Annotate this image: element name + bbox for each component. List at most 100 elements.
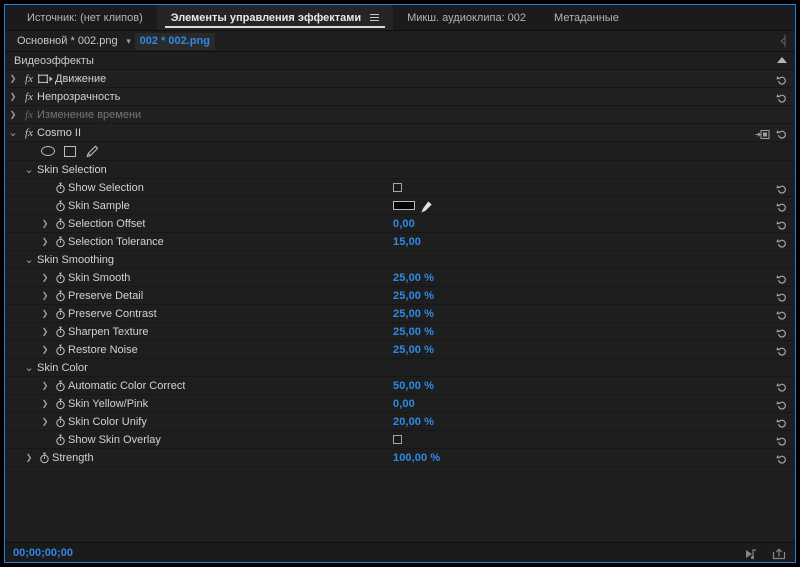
parameter-value[interactable]: 25,00 % [393, 290, 434, 302]
parameter-row[interactable]: ❯ Automatic Color Correct 50,00 % [5, 377, 795, 395]
reset-parameter-icon[interactable] [776, 326, 788, 338]
twirl-closed-icon[interactable]: ❯ [37, 413, 53, 431]
reset-parameter-icon[interactable] [776, 272, 788, 284]
stopwatch-keyframe-icon[interactable] [53, 287, 68, 305]
parameter-value[interactable]: 15,00 [393, 236, 421, 248]
stopwatch-keyframe-icon[interactable] [53, 179, 68, 197]
reset-parameter-icon[interactable] [776, 200, 788, 212]
twirl-open-icon[interactable]: ⌄ [21, 254, 37, 265]
twirl-closed-icon[interactable]: ❯ [5, 106, 21, 124]
reset-parameter-icon[interactable] [776, 452, 788, 464]
stopwatch-keyframe-icon[interactable] [53, 197, 68, 215]
reset-parameter-icon[interactable] [776, 218, 788, 230]
stopwatch-keyframe-icon[interactable] [53, 215, 68, 233]
export-frame-icon[interactable] [772, 547, 786, 559]
twirl-closed-icon[interactable]: ❯ [37, 305, 53, 323]
parameter-row[interactable]: ❯ Selection Tolerance 15,00 [5, 233, 795, 251]
twirl-closed-icon[interactable]: ❯ [5, 70, 21, 88]
reset-parameter-icon[interactable] [776, 308, 788, 320]
twirl-closed-icon[interactable]: ❯ [37, 215, 53, 233]
reset-parameter-icon[interactable] [776, 380, 788, 392]
effect-row[interactable]: ❯ fx Изменение времени [5, 106, 795, 124]
stopwatch-keyframe-icon[interactable] [53, 305, 68, 323]
play-keyframe-icon[interactable] [744, 547, 758, 559]
twirl-closed-icon[interactable]: ❯ [37, 395, 53, 413]
pen-mask-tool-icon[interactable] [85, 145, 99, 158]
panel-tab-1[interactable]: Источник: (нет клипов) [13, 5, 157, 30]
fx-icon[interactable]: fx [21, 109, 37, 121]
twirl-closed-icon[interactable]: ❯ [37, 287, 53, 305]
parameter-value[interactable]: 25,00 % [393, 308, 434, 320]
parameter-row[interactable]: ❯ Preserve Detail 25,00 % [5, 287, 795, 305]
panel-menu-icon[interactable] [370, 13, 380, 22]
parameter-row[interactable]: Show Skin Overlay [5, 431, 795, 449]
stopwatch-keyframe-icon[interactable] [53, 377, 68, 395]
parameter-value[interactable]: 20,00 % [393, 416, 434, 428]
twirl-closed-icon[interactable]: ❯ [37, 377, 53, 395]
stopwatch-keyframe-icon[interactable] [53, 341, 68, 359]
stopwatch-keyframe-icon[interactable] [53, 269, 68, 287]
ellipse-mask-tool-icon[interactable] [41, 146, 55, 156]
panel-tab-2[interactable]: Элементы управления эффектами [156, 5, 394, 30]
parameter-row[interactable]: ❯ Strength 100,00 % [5, 449, 795, 467]
parameter-row[interactable]: ❯ Preserve Contrast 25,00 % [5, 305, 795, 323]
parameter-row[interactable]: ❯ Selection Offset 0,00 [5, 215, 795, 233]
rectangle-mask-tool-icon[interactable] [64, 145, 76, 157]
reset-parameter-icon[interactable] [776, 127, 788, 139]
effect-row[interactable]: ⌄ fx Cosmo II [5, 124, 795, 142]
parameter-row[interactable]: ❯ Skin Yellow/Pink 0,00 [5, 395, 795, 413]
effect-row[interactable]: ❯ fx Движение [5, 70, 795, 88]
stopwatch-keyframe-icon[interactable] [53, 323, 68, 341]
twirl-closed-icon[interactable]: ❯ [37, 341, 53, 359]
parameter-group-row[interactable]: ⌄ Skin Selection [5, 161, 795, 179]
eyedropper-icon[interactable] [419, 200, 433, 213]
fx-icon[interactable]: fx [21, 127, 37, 139]
twirl-closed-icon[interactable]: ❯ [37, 323, 53, 341]
parameter-group-row[interactable]: ⌄ Skin Smoothing [5, 251, 795, 269]
sequence-chip[interactable]: Основной * 002.png [12, 33, 123, 50]
parameter-row[interactable]: Show Selection [5, 179, 795, 197]
composite-render-icon[interactable] [755, 127, 770, 139]
panel-tab-3[interactable]: Микш. аудиоклипа: 002 [393, 5, 540, 30]
parameter-value[interactable]: 100,00 % [393, 452, 440, 464]
twirl-open-icon[interactable]: ⌄ [21, 362, 37, 373]
triangle-up-icon[interactable] [777, 57, 787, 63]
mask-tools-row[interactable] [5, 142, 795, 161]
reset-parameter-icon[interactable] [776, 398, 788, 410]
checkbox-control[interactable] [393, 435, 402, 444]
twirl-closed-icon[interactable]: ❯ [5, 88, 21, 106]
parameter-group-row[interactable]: ⌄ Skin Color [5, 359, 795, 377]
fx-icon[interactable]: fx [21, 73, 37, 85]
effect-row[interactable]: ❯ fx Непрозрачность [5, 88, 795, 106]
stopwatch-keyframe-icon[interactable] [53, 233, 68, 251]
parameter-value[interactable]: 25,00 % [393, 326, 434, 338]
twirl-open-icon[interactable]: ⌄ [21, 164, 37, 175]
clip-bar-marker-icon[interactable] [777, 34, 789, 48]
reset-parameter-icon[interactable] [776, 344, 788, 356]
color-swatch[interactable] [393, 201, 415, 210]
parameter-row[interactable]: ❯ Skin Color Unify 20,00 % [5, 413, 795, 431]
panel-tab-4[interactable]: Метаданные [540, 5, 633, 30]
twirl-closed-icon[interactable]: ❯ [37, 233, 53, 251]
reset-parameter-icon[interactable] [776, 73, 788, 85]
reset-parameter-icon[interactable] [776, 416, 788, 428]
stopwatch-keyframe-icon[interactable] [53, 395, 68, 413]
reset-parameter-icon[interactable] [776, 91, 788, 103]
checkbox-control[interactable] [393, 183, 402, 192]
parameter-value[interactable]: 0,00 [393, 398, 415, 410]
reset-parameter-icon[interactable] [776, 290, 788, 302]
twirl-open-icon[interactable]: ⌄ [5, 127, 21, 138]
stopwatch-keyframe-icon[interactable] [37, 449, 52, 467]
parameter-row[interactable]: ❯ Skin Smooth 25,00 % [5, 269, 795, 287]
motion-transform-icon[interactable] [37, 70, 55, 88]
parameter-row[interactable]: Skin Sample [5, 197, 795, 215]
reset-parameter-icon[interactable] [776, 182, 788, 194]
parameter-value[interactable]: 0,00 [393, 218, 415, 230]
parameter-value[interactable]: 25,00 % [393, 272, 434, 284]
parameter-row[interactable]: ❯ Sharpen Texture 25,00 % [5, 323, 795, 341]
timecode-display[interactable]: 00;00;00;00 [13, 547, 73, 559]
parameter-value[interactable]: 50,00 % [393, 380, 434, 392]
twirl-closed-icon[interactable]: ❯ [21, 449, 37, 467]
stopwatch-keyframe-icon[interactable] [53, 431, 68, 449]
clip-chip[interactable]: 002 * 002.png [134, 32, 215, 50]
